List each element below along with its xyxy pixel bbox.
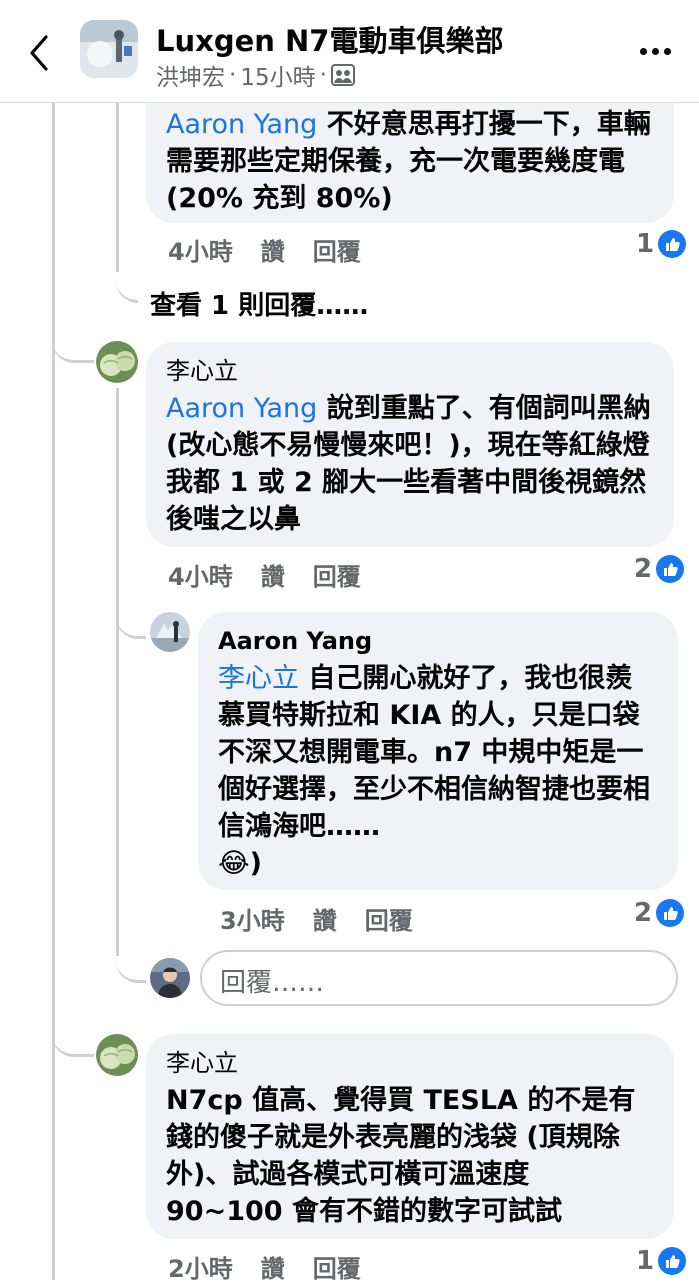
comment-time[interactable]: 2小時 <box>168 1249 233 1284</box>
reaction-count[interactable]: 2 <box>634 898 685 928</box>
laughing-emoji: 😂 <box>218 848 250 879</box>
dot-icon <box>640 47 647 55</box>
comment-actions: 4小時 讚 回覆 <box>168 557 361 592</box>
reply-button[interactable]: 回覆 <box>365 901 413 936</box>
more-options-button[interactable] <box>640 40 676 62</box>
like-button[interactable]: 讚 <box>261 1249 285 1284</box>
comment-bubble: Aaron Yang 李心立 自己開心就好了，我也很羨慕買特斯拉和 KIA 的人… <box>198 612 678 890</box>
thumbs-up-icon <box>658 230 687 258</box>
comment-text: N7cp 值高、覺得買 TESLA 的不是有錢的傻子就是外表亮麗的浅袋 (頂規除… <box>166 1085 636 1227</box>
comment-time[interactable]: 3小時 <box>220 901 285 936</box>
thread-line <box>116 102 119 272</box>
group-avatar[interactable] <box>80 20 138 78</box>
thread-line <box>52 102 55 1280</box>
thumbs-up-icon <box>656 555 685 583</box>
comment-text: 李心立 自己開心就好了，我也很羨慕買特斯拉和 KIA 的人，只是口袋不深又想開電… <box>218 663 650 879</box>
chevron-left-icon <box>30 35 48 71</box>
post-time[interactable]: 15小時 <box>240 58 315 92</box>
thread-connector <box>116 944 146 983</box>
comment-bubble: 李心立 N7cp 值高、覺得買 TESLA 的不是有錢的傻子就是外表亮麗的浅袋 … <box>146 1034 674 1239</box>
like-button[interactable]: 讚 <box>261 557 285 592</box>
view-more-replies[interactable]: 查看 1 則回覆…… <box>150 285 368 322</box>
comment-author[interactable]: Aaron Yang <box>218 626 658 656</box>
back-button[interactable] <box>22 33 58 73</box>
comment-time[interactable]: 4小時 <box>168 557 233 592</box>
thread-connector <box>52 1016 94 1057</box>
reply-placeholder: 回覆…… <box>220 968 325 998</box>
reply-button[interactable]: 回覆 <box>313 557 361 592</box>
comment-author[interactable]: 李心立 <box>166 356 654 386</box>
like-button[interactable]: 讚 <box>313 901 337 936</box>
reaction-count[interactable]: 1 <box>636 1246 687 1276</box>
group-name[interactable]: Luxgen N7電動車俱樂部 <box>156 18 503 60</box>
thread-connector <box>116 600 146 639</box>
post-header: Luxgen N7電動車俱樂部 洪坤宏 · 15小時 · <box>0 0 699 103</box>
post-meta: 洪坤宏 · 15小時 · <box>156 58 355 92</box>
like-button[interactable]: 讚 <box>261 232 285 267</box>
reaction-count[interactable]: 1 <box>636 229 687 259</box>
comment-author[interactable]: 李心立 <box>166 1048 654 1078</box>
avatar[interactable] <box>150 612 190 652</box>
comment-bubble: 李心立 Aaron Yang 說到重點了、有個詞叫黑納 (改心態不易慢慢來吧！)… <box>146 342 674 547</box>
thumbs-up-icon <box>656 899 685 927</box>
comment-actions: 4小時 讚 回覆 <box>168 232 361 267</box>
avatar[interactable] <box>96 1034 138 1076</box>
thumbs-up-icon <box>658 1247 687 1275</box>
mention-link[interactable]: Aaron Yang <box>166 109 317 140</box>
mention-link[interactable]: Aaron Yang <box>166 393 317 424</box>
comment-text: Aaron Yang 說到重點了、有個詞叫黑納 (改心態不易慢慢來吧！)，現在等… <box>166 393 651 535</box>
comment-actions: 2小時 讚 回覆 <box>168 1249 361 1284</box>
thread-connector <box>116 250 138 303</box>
reaction-count[interactable]: 2 <box>634 554 685 584</box>
mention-link[interactable]: 李心立 <box>218 663 299 694</box>
poster-name[interactable]: 洪坤宏 <box>156 58 225 92</box>
thread-connector <box>52 322 94 363</box>
thread-line <box>116 388 119 956</box>
dot-icon <box>664 47 671 55</box>
reply-input[interactable]: 回覆…… <box>200 950 678 1006</box>
reply-button[interactable]: 回覆 <box>313 232 361 267</box>
group-members-icon <box>330 64 355 86</box>
avatar[interactable] <box>96 341 138 383</box>
current-user-avatar <box>150 958 190 998</box>
meta-separator: · <box>319 62 327 88</box>
comment-time[interactable]: 4小時 <box>168 232 233 267</box>
comment-actions: 3小時 讚 回覆 <box>220 901 413 936</box>
dot-icon <box>652 47 659 55</box>
comment-text: Aaron Yang 不好意思再打擾一下，車輛需要那些定期保養，充一次電要幾度電… <box>166 109 651 214</box>
reply-button[interactable]: 回覆 <box>313 1249 361 1284</box>
meta-separator: · <box>229 62 237 88</box>
